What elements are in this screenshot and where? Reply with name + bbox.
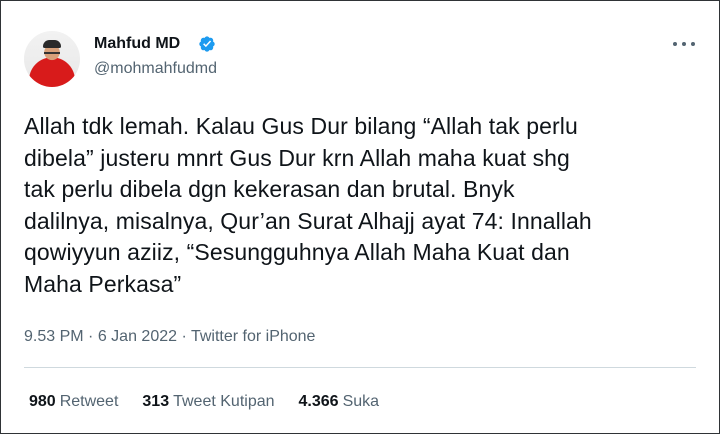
tweet-meta: 9.53 PM · 6 Jan 2022 · Twitter for iPhon…: [24, 328, 315, 346]
quotes-stat[interactable]: 313 Tweet Kutipan: [142, 393, 274, 411]
verified-badge-icon: [199, 36, 215, 52]
quotes-label: Tweet Kutipan: [173, 393, 275, 410]
tweet-stats: 980 Retweet 313 Tweet Kutipan 4.366 Suka: [29, 393, 379, 411]
tweet-line: qowiyyun aziiz, “Sesungguhnya Allah Maha…: [24, 239, 570, 265]
quotes-count: 313: [142, 393, 170, 410]
tweet-line: dalilnya, misalnya, Qur’an Surat Alhajj …: [24, 207, 592, 234]
divider: [24, 367, 696, 368]
tweet-card: Mahfud MD @mohmahfudmd Allah tdk lemah. …: [0, 0, 720, 434]
tweet-time[interactable]: 9.53 PM: [24, 328, 84, 345]
tweet-source[interactable]: Twitter for iPhone: [191, 328, 316, 345]
more-dot: [673, 42, 677, 46]
avatar[interactable]: [24, 31, 80, 87]
avatar-glasses: [44, 52, 60, 58]
more-options-icon[interactable]: [673, 35, 695, 53]
author-name[interactable]: Mahfud MD: [94, 35, 180, 53]
likes-count: 4.366: [298, 393, 339, 410]
likes-label: Suka: [342, 393, 380, 410]
avatar-hair: [43, 40, 61, 48]
more-dot: [682, 42, 686, 46]
tweet-line: dibela” justeru mnrt Gus Dur krn Allah m…: [24, 144, 570, 171]
retweets-stat[interactable]: 980 Retweet: [29, 393, 118, 411]
tweet-line: tak perlu dibela dgn kekerasan dan bruta…: [24, 176, 515, 202]
tweet-line: Allah tdk lemah. Kalau Gus Dur bilang “A…: [24, 113, 578, 139]
tweet-line: Maha Perkasa”: [24, 270, 182, 297]
author-handle[interactable]: @mohmahfudmd: [94, 60, 217, 78]
more-dot: [691, 42, 695, 46]
meta-separator: ·: [88, 328, 94, 345]
tweet-text: Allah tdk lemah. Kalau Gus Dur bilang “A…: [24, 111, 704, 300]
likes-stat[interactable]: 4.366 Suka: [299, 393, 380, 411]
retweets-label: Retweet: [59, 393, 119, 410]
tweet-date[interactable]: 6 Jan 2022: [98, 328, 177, 345]
retweets-count: 980: [29, 393, 56, 410]
meta-separator: ·: [181, 328, 187, 345]
